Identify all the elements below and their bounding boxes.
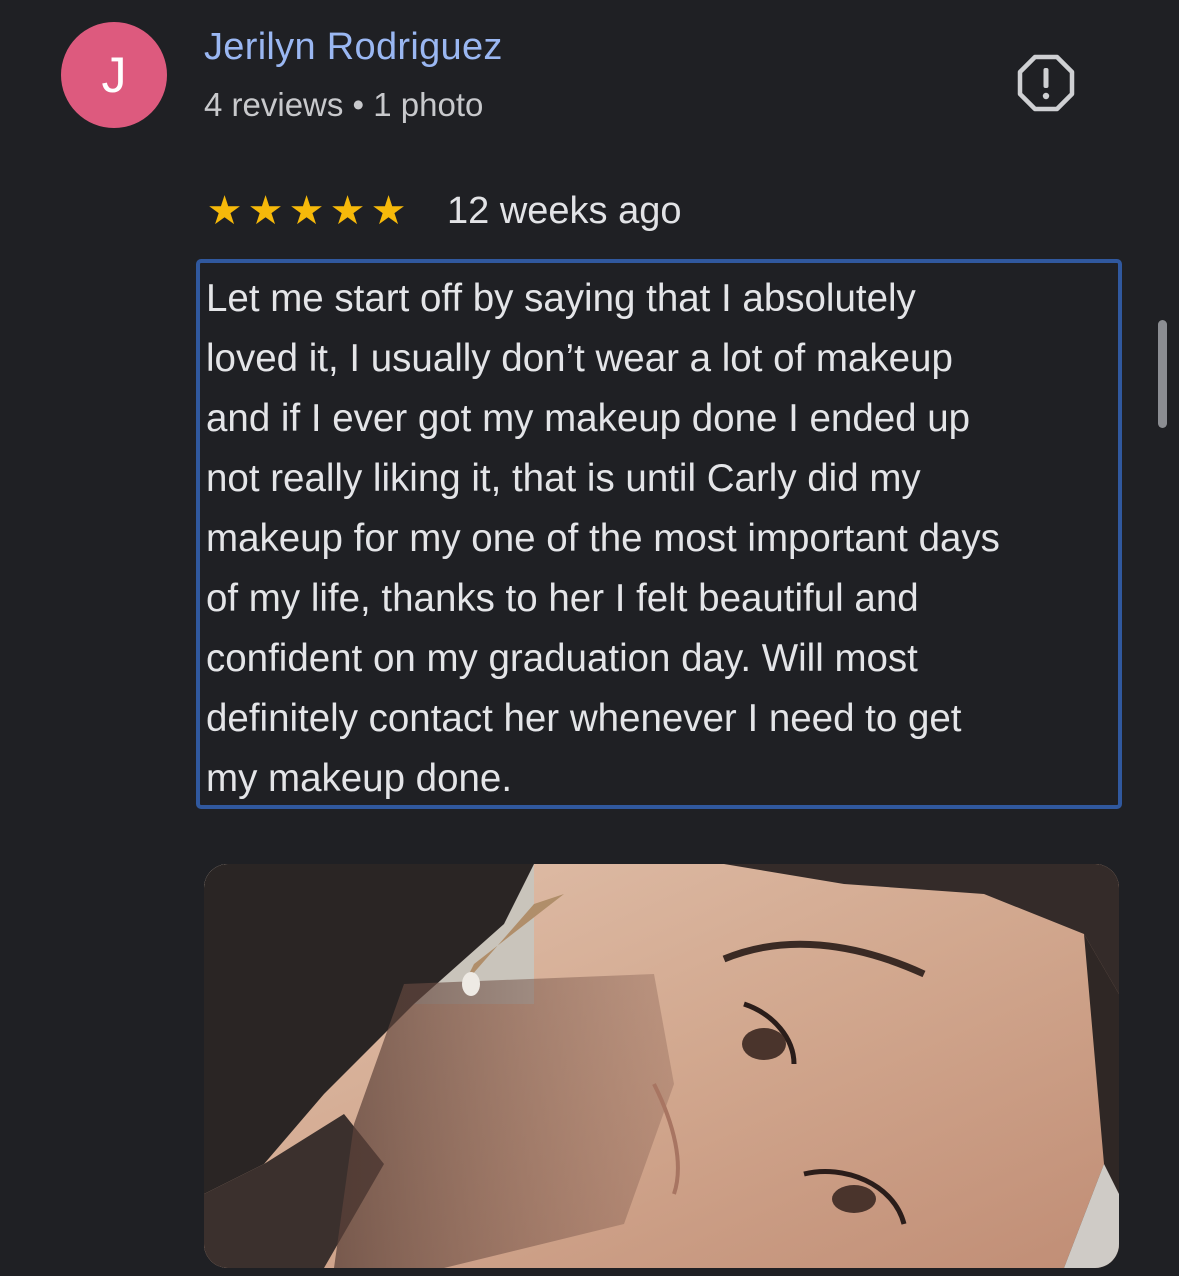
review-text[interactable]: Let me start off by saying that I absolu… — [206, 269, 1108, 809]
star-rating: ★ ★ ★ ★ ★ — [204, 191, 409, 231]
star-icon: ★ — [370, 189, 407, 233]
report-flag-icon — [1017, 54, 1075, 112]
review-photo[interactable] — [204, 864, 1119, 1268]
star-icon: ★ — [206, 189, 243, 233]
report-button[interactable] — [1016, 53, 1076, 113]
review-date: 12 weeks ago — [447, 189, 682, 232]
star-icon: ★ — [247, 189, 284, 233]
avatar-initial: J — [101, 47, 127, 103]
review-text-selection[interactable]: Let me start off by saying that I absolu… — [196, 259, 1122, 809]
review-card: J Jerilyn Rodriguez 4 reviews • 1 photo … — [0, 0, 1179, 1276]
star-icon: ★ — [329, 189, 366, 233]
review-photo-image — [204, 864, 1119, 1268]
reviewer-stats: 4 reviews • 1 photo — [204, 86, 484, 123]
star-icon: ★ — [288, 189, 325, 233]
rating-row: ★ ★ ★ ★ ★ 12 weeks ago — [204, 185, 682, 237]
reviewer-name[interactable]: Jerilyn Rodriguez — [204, 26, 503, 69]
scrollbar-thumb[interactable] — [1158, 320, 1167, 428]
avatar[interactable]: J — [61, 22, 167, 128]
